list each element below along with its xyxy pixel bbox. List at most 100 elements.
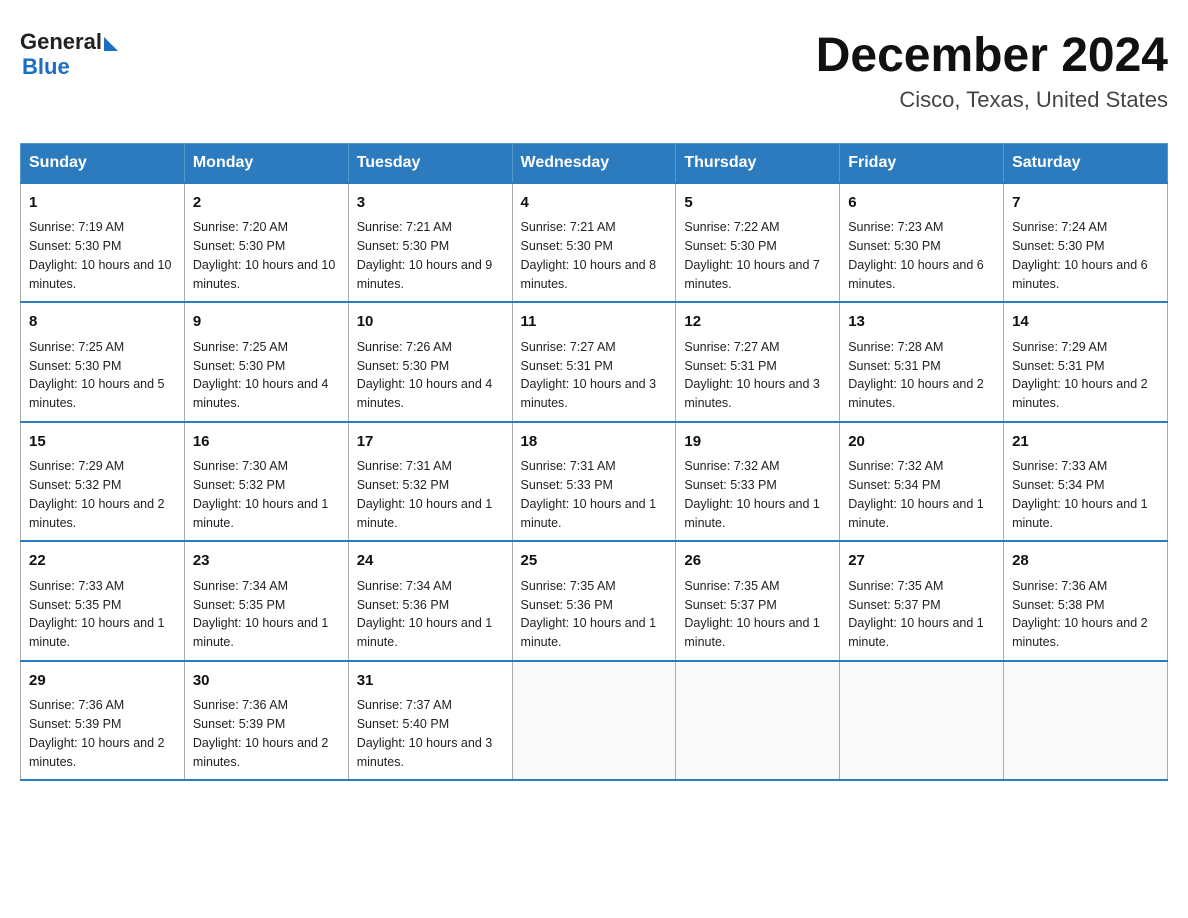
- calendar-cell: 19 Sunrise: 7:32 AM Sunset: 5:33 PM Dayl…: [676, 422, 840, 542]
- page-header: General Blue December 2024 Cisco, Texas,…: [20, 20, 1168, 123]
- sunset-label: Sunset: 5:30 PM: [193, 239, 285, 253]
- day-number: 11: [521, 311, 668, 334]
- sunset-label: Sunset: 5:30 PM: [193, 359, 285, 373]
- calendar-cell: [1004, 661, 1168, 781]
- sunset-label: Sunset: 5:37 PM: [684, 598, 776, 612]
- daylight-label: Daylight: 10 hours and 1 minute.: [193, 616, 329, 649]
- logo-triangle-icon: [104, 37, 118, 51]
- sunset-label: Sunset: 5:39 PM: [193, 717, 285, 731]
- sunset-label: Sunset: 5:30 PM: [521, 239, 613, 253]
- sunset-label: Sunset: 5:36 PM: [521, 598, 613, 612]
- calendar-cell: 3 Sunrise: 7:21 AM Sunset: 5:30 PM Dayli…: [348, 183, 512, 303]
- col-saturday: Saturday: [1004, 143, 1168, 183]
- calendar-cell: 7 Sunrise: 7:24 AM Sunset: 5:30 PM Dayli…: [1004, 183, 1168, 303]
- day-number: 18: [521, 431, 668, 454]
- sunset-label: Sunset: 5:32 PM: [357, 478, 449, 492]
- calendar-cell: [512, 661, 676, 781]
- calendar-cell: 21 Sunrise: 7:33 AM Sunset: 5:34 PM Dayl…: [1004, 422, 1168, 542]
- sunrise-label: Sunrise: 7:27 AM: [684, 340, 779, 354]
- calendar-cell: 6 Sunrise: 7:23 AM Sunset: 5:30 PM Dayli…: [840, 183, 1004, 303]
- title-block: December 2024 Cisco, Texas, United State…: [816, 30, 1168, 113]
- day-number: 8: [29, 311, 176, 334]
- calendar-cell: 31 Sunrise: 7:37 AM Sunset: 5:40 PM Dayl…: [348, 661, 512, 781]
- daylight-label: Daylight: 10 hours and 3 minutes.: [684, 377, 820, 410]
- day-number: 22: [29, 550, 176, 573]
- calendar-cell: 8 Sunrise: 7:25 AM Sunset: 5:30 PM Dayli…: [21, 302, 185, 422]
- day-number: 1: [29, 192, 176, 215]
- sunset-label: Sunset: 5:31 PM: [521, 359, 613, 373]
- sunset-label: Sunset: 5:34 PM: [1012, 478, 1104, 492]
- daylight-label: Daylight: 10 hours and 1 minute.: [1012, 497, 1148, 530]
- calendar-cell: 17 Sunrise: 7:31 AM Sunset: 5:32 PM Dayl…: [348, 422, 512, 542]
- daylight-label: Daylight: 10 hours and 5 minutes.: [29, 377, 165, 410]
- sunset-label: Sunset: 5:30 PM: [29, 359, 121, 373]
- sunrise-label: Sunrise: 7:22 AM: [684, 220, 779, 234]
- sunrise-label: Sunrise: 7:25 AM: [29, 340, 124, 354]
- day-number: 7: [1012, 192, 1159, 215]
- day-number: 2: [193, 192, 340, 215]
- sunset-label: Sunset: 5:35 PM: [29, 598, 121, 612]
- sunrise-label: Sunrise: 7:30 AM: [193, 459, 288, 473]
- sunrise-label: Sunrise: 7:35 AM: [684, 579, 779, 593]
- calendar-cell: 15 Sunrise: 7:29 AM Sunset: 5:32 PM Dayl…: [21, 422, 185, 542]
- day-number: 9: [193, 311, 340, 334]
- sunset-label: Sunset: 5:34 PM: [848, 478, 940, 492]
- sunset-label: Sunset: 5:33 PM: [521, 478, 613, 492]
- calendar-cell: 26 Sunrise: 7:35 AM Sunset: 5:37 PM Dayl…: [676, 541, 840, 661]
- sunrise-label: Sunrise: 7:24 AM: [1012, 220, 1107, 234]
- daylight-label: Daylight: 10 hours and 9 minutes.: [357, 258, 493, 291]
- sunrise-label: Sunrise: 7:29 AM: [1012, 340, 1107, 354]
- daylight-label: Daylight: 10 hours and 10 minutes.: [193, 258, 335, 291]
- col-sunday: Sunday: [21, 143, 185, 183]
- sunrise-label: Sunrise: 7:26 AM: [357, 340, 452, 354]
- day-number: 12: [684, 311, 831, 334]
- col-friday: Friday: [840, 143, 1004, 183]
- calendar-table: Sunday Monday Tuesday Wednesday Thursday…: [20, 143, 1168, 782]
- calendar-cell: 20 Sunrise: 7:32 AM Sunset: 5:34 PM Dayl…: [840, 422, 1004, 542]
- page-subtitle: Cisco, Texas, United States: [816, 87, 1168, 113]
- sunset-label: Sunset: 5:36 PM: [357, 598, 449, 612]
- day-number: 20: [848, 431, 995, 454]
- sunrise-label: Sunrise: 7:34 AM: [357, 579, 452, 593]
- sunset-label: Sunset: 5:30 PM: [357, 239, 449, 253]
- sunrise-label: Sunrise: 7:23 AM: [848, 220, 943, 234]
- calendar-cell: 28 Sunrise: 7:36 AM Sunset: 5:38 PM Dayl…: [1004, 541, 1168, 661]
- day-number: 25: [521, 550, 668, 573]
- col-monday: Monday: [184, 143, 348, 183]
- calendar-week-4: 22 Sunrise: 7:33 AM Sunset: 5:35 PM Dayl…: [21, 541, 1168, 661]
- daylight-label: Daylight: 10 hours and 8 minutes.: [521, 258, 657, 291]
- sunrise-label: Sunrise: 7:32 AM: [684, 459, 779, 473]
- daylight-label: Daylight: 10 hours and 10 minutes.: [29, 258, 171, 291]
- calendar-cell: 22 Sunrise: 7:33 AM Sunset: 5:35 PM Dayl…: [21, 541, 185, 661]
- daylight-label: Daylight: 10 hours and 6 minutes.: [848, 258, 984, 291]
- sunset-label: Sunset: 5:39 PM: [29, 717, 121, 731]
- sunset-label: Sunset: 5:30 PM: [848, 239, 940, 253]
- col-tuesday: Tuesday: [348, 143, 512, 183]
- sunrise-label: Sunrise: 7:21 AM: [521, 220, 616, 234]
- sunrise-label: Sunrise: 7:36 AM: [1012, 579, 1107, 593]
- day-number: 27: [848, 550, 995, 573]
- calendar-cell: [840, 661, 1004, 781]
- sunset-label: Sunset: 5:31 PM: [684, 359, 776, 373]
- daylight-label: Daylight: 10 hours and 1 minute.: [848, 616, 984, 649]
- day-number: 10: [357, 311, 504, 334]
- sunrise-label: Sunrise: 7:34 AM: [193, 579, 288, 593]
- calendar-week-5: 29 Sunrise: 7:36 AM Sunset: 5:39 PM Dayl…: [21, 661, 1168, 781]
- sunset-label: Sunset: 5:32 PM: [193, 478, 285, 492]
- calendar-cell: 18 Sunrise: 7:31 AM Sunset: 5:33 PM Dayl…: [512, 422, 676, 542]
- calendar-cell: 11 Sunrise: 7:27 AM Sunset: 5:31 PM Dayl…: [512, 302, 676, 422]
- sunset-label: Sunset: 5:31 PM: [1012, 359, 1104, 373]
- logo-general-text: General: [20, 30, 102, 54]
- sunrise-label: Sunrise: 7:25 AM: [193, 340, 288, 354]
- day-number: 15: [29, 431, 176, 454]
- logo: General Blue: [20, 30, 118, 80]
- calendar-cell: 1 Sunrise: 7:19 AM Sunset: 5:30 PM Dayli…: [21, 183, 185, 303]
- daylight-label: Daylight: 10 hours and 3 minutes.: [521, 377, 657, 410]
- calendar-cell: 14 Sunrise: 7:29 AM Sunset: 5:31 PM Dayl…: [1004, 302, 1168, 422]
- sunrise-label: Sunrise: 7:33 AM: [1012, 459, 1107, 473]
- day-number: 16: [193, 431, 340, 454]
- daylight-label: Daylight: 10 hours and 1 minute.: [521, 616, 657, 649]
- calendar-week-3: 15 Sunrise: 7:29 AM Sunset: 5:32 PM Dayl…: [21, 422, 1168, 542]
- sunrise-label: Sunrise: 7:21 AM: [357, 220, 452, 234]
- sunset-label: Sunset: 5:33 PM: [684, 478, 776, 492]
